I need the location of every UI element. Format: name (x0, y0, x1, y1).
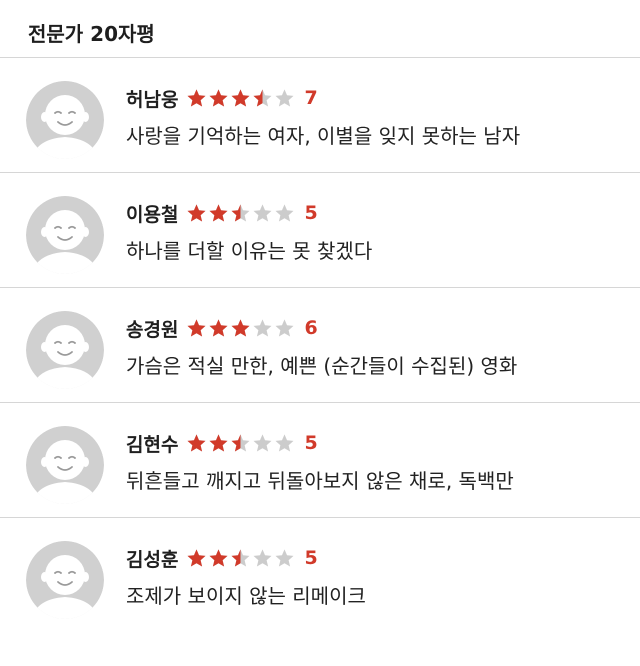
rating-stars (186, 88, 296, 109)
review-comment: 뒤흔들고 깨지고 뒤돌아보지 않은 채로, 독백만 (126, 469, 514, 493)
rating-stars (186, 203, 296, 224)
star-filled-icon (231, 88, 250, 107)
star-empty-icon (275, 203, 294, 222)
star-empty-icon (275, 88, 294, 107)
reviewer-name: 송경원 (126, 318, 179, 341)
reviewer-name: 허남웅 (126, 88, 179, 111)
star-empty-icon (275, 318, 294, 337)
review-item: 이용철 5 하나를 더할 이유는 못 찾겠다 (0, 173, 640, 288)
review-item: 허남웅 7 사랑을 기억하는 여자, 이별을 잊지 못하는 남자 (0, 58, 640, 173)
review-item: 김성훈 5 조제가 보이지 않는 리메이크 (0, 518, 640, 633)
star-filled-icon (187, 203, 206, 222)
star-empty-icon (275, 433, 294, 452)
review-comment: 조제가 보이지 않는 리메이크 (126, 584, 366, 608)
star-filled-icon (187, 318, 206, 337)
star-filled-icon (187, 433, 206, 452)
review-comment: 가슴은 적실 만한, 예쁜 (순간들이 수집된) 영화 (126, 354, 518, 378)
reviewer-name: 이용철 (126, 203, 179, 226)
expert-reviews-panel: 전문가 20자평 허남웅 7 사랑을 기억하는 여자, 이별을 잊지 못하는 남… (0, 0, 640, 633)
rating-score: 5 (304, 432, 318, 454)
review-item: 송경원 6 가슴은 적실 만한, 예쁜 (순간들이 수집된) 영화 (0, 288, 640, 403)
review-meta: 이용철 5 (126, 201, 318, 226)
section-title: 전문가 20자평 (0, 0, 640, 58)
star-filled-icon (187, 88, 206, 107)
rating-stars (186, 548, 296, 569)
star-empty-icon (253, 548, 272, 567)
review-comment: 하나를 더할 이유는 못 찾겠다 (126, 239, 373, 263)
rating-score: 7 (304, 87, 318, 109)
star-half-icon (231, 548, 250, 567)
star-empty-icon (275, 548, 294, 567)
rating-score: 5 (304, 202, 318, 224)
review-item: 김현수 5 뒤흔들고 깨지고 뒤돌아보지 않은 채로, 독백만 (0, 403, 640, 518)
review-meta: 김현수 5 (126, 431, 318, 456)
avatar-icon (26, 426, 104, 504)
avatar-icon (26, 311, 104, 389)
star-filled-icon (209, 88, 228, 107)
review-meta: 김성훈 5 (126, 546, 318, 571)
review-meta: 허남웅 7 (126, 86, 318, 111)
avatar-icon (26, 196, 104, 274)
review-meta: 송경원 6 (126, 316, 318, 341)
rating-score: 6 (304, 317, 318, 339)
avatar-icon (26, 541, 104, 619)
star-filled-icon (231, 318, 250, 337)
star-filled-icon (209, 548, 228, 567)
rating-score: 5 (304, 547, 318, 569)
star-filled-icon (187, 548, 206, 567)
star-half-icon (231, 433, 250, 452)
avatar-icon (26, 81, 104, 159)
rating-stars (186, 318, 296, 339)
star-filled-icon (209, 318, 228, 337)
star-half-icon (253, 88, 272, 107)
rating-stars (186, 433, 296, 454)
star-filled-icon (209, 433, 228, 452)
star-half-icon (231, 203, 250, 222)
star-filled-icon (209, 203, 228, 222)
review-comment: 사랑을 기억하는 여자, 이별을 잊지 못하는 남자 (126, 124, 521, 148)
star-empty-icon (253, 203, 272, 222)
star-empty-icon (253, 318, 272, 337)
reviewer-name: 김성훈 (126, 548, 179, 571)
star-empty-icon (253, 433, 272, 452)
reviewer-name: 김현수 (126, 433, 179, 456)
